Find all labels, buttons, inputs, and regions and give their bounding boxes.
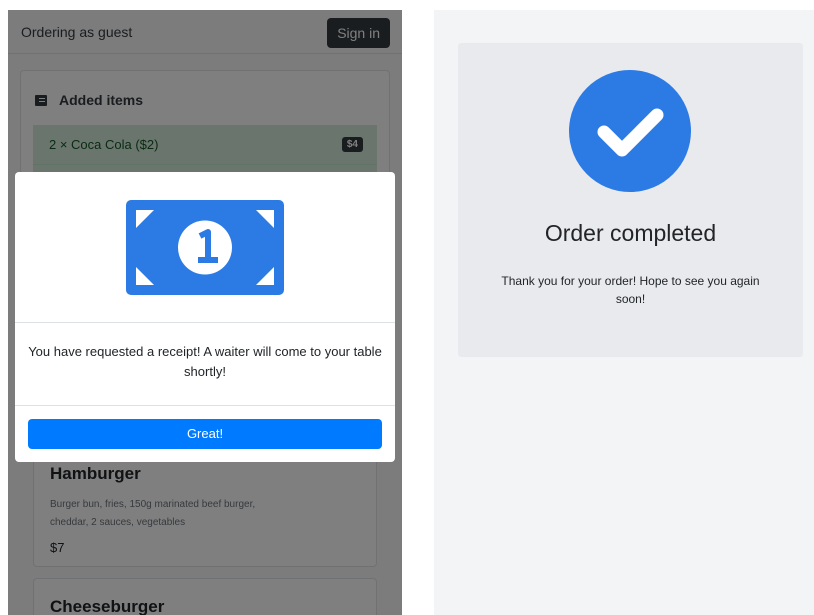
order-completed-title: Order completed	[544, 220, 717, 246]
right-screen: Order completed Thank you for your order…	[434, 10, 814, 615]
modal-header	[15, 172, 395, 323]
check-circle-icon	[569, 70, 691, 192]
modal-message: You have requested a receipt! A waiter w…	[28, 344, 382, 379]
great-button[interactable]: Great!	[28, 419, 382, 449]
order-completed-card: Order completed Thank you for your order…	[458, 43, 803, 357]
order-completed-message: Thank you for your order! Hope to see yo…	[501, 274, 760, 306]
money-bill-icon	[126, 200, 284, 295]
left-screen: Ordering as guest Sign in Added items 2 …	[8, 10, 402, 615]
receipt-modal: You have requested a receipt! A waiter w…	[15, 172, 395, 462]
modal-footer: Great!	[15, 405, 395, 462]
